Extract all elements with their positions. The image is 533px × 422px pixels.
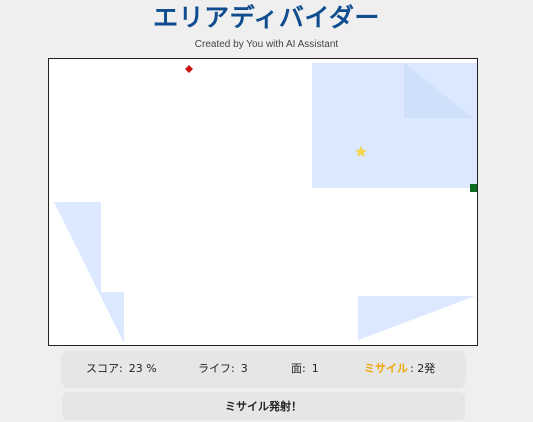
stage-value: 1 [311,362,319,375]
missile-label: ミサイル [364,362,408,375]
score-value: 23 % [128,362,157,375]
claimed-area-top-right [312,63,477,188]
lives-label: ライフ: [198,362,235,375]
status-bar: スコア: 23 % ライフ: 3 面: 1 ミサイル: 2発 [62,351,465,386]
lives-value: 3 [240,362,248,375]
game-board[interactable] [48,58,478,346]
score-stat: スコア: 23 % [86,351,157,386]
claimed-area-left-triangle [54,202,124,343]
claimed-area-bottom-right-triangle [358,296,475,340]
stage-stat: 面: 1 [291,351,319,386]
credit-subtitle: Created by You with AI Assistant [194,39,339,50]
game-app: エリアディバイダー Created by You with AI Assista… [0,0,533,422]
missile-stat: ミサイル: 2発 [364,351,435,386]
game-title: エリアディバイダー [153,3,380,32]
lives-stat: ライフ: 3 [198,351,248,386]
fire-missile-button[interactable]: ミサイル発射！ [62,392,465,420]
stage-label: 面: [291,362,306,375]
enemy-diamond-icon [185,65,193,73]
player-marker-icon[interactable] [470,184,477,192]
board-canvas[interactable] [49,59,477,345]
score-label: スコア: [86,362,123,375]
missile-value: : 2発 [410,362,436,375]
